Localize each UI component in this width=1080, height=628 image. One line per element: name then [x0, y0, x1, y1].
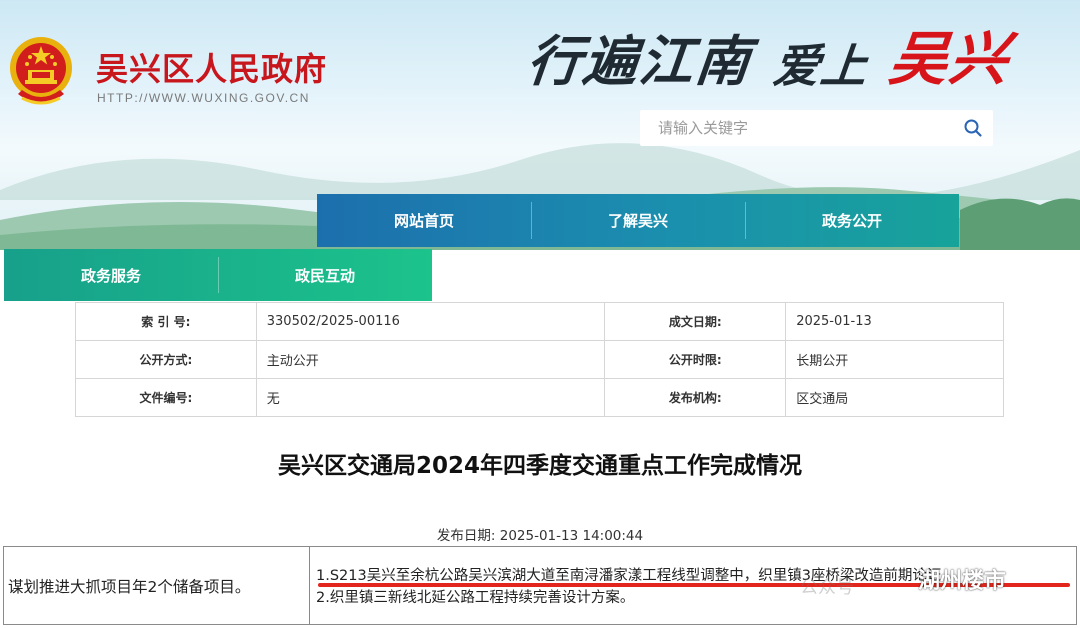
- date-value: 2025-01-13: [785, 302, 1004, 341]
- document-info-table: 索 引 号: 330502/2025-00116 成文日期: 2025-01-1…: [75, 302, 1004, 417]
- nav-item-home[interactable]: 网站首页: [317, 194, 531, 247]
- watermark-text: 湖州楼市: [918, 569, 1007, 594]
- page-title: 吴兴区交通局2024年四季度交通重点工作完成情况: [277, 453, 802, 479]
- nav-item-gov-affairs[interactable]: 政务公开: [745, 194, 959, 247]
- row-detail-cell: 1.S213吴兴至余杭公路吴兴滨湖大道至南浔潘家漾工程线型调整中，织里镇3座桥梁…: [310, 547, 1076, 624]
- docno-label: 文件编号:: [75, 378, 257, 417]
- mode-label: 公开方式:: [75, 340, 257, 379]
- search-icon: [964, 119, 982, 137]
- nav-item-about[interactable]: 了解吴兴: [531, 194, 745, 247]
- search-box: [640, 110, 993, 146]
- nav-item-interaction[interactable]: 政民互动: [218, 249, 432, 301]
- table-row: 索 引 号: 330502/2025-00116 成文日期: 2025-01-1…: [75, 302, 1004, 341]
- docno-value: 无: [255, 378, 606, 417]
- date-label: 成文日期:: [604, 302, 787, 341]
- site-name[interactable]: 吴兴区人民政府: [96, 44, 327, 90]
- table-row: 公开方式: 主动公开 公开时限: 长期公开: [75, 340, 1004, 379]
- search-input[interactable]: [640, 110, 953, 146]
- slogan-part-1: 行遍江南: [524, 29, 755, 93]
- secondary-nav: 政务服务 政民互动: [4, 249, 432, 301]
- period-value: 长期公开: [785, 340, 1004, 379]
- index-label: 索 引 号:: [75, 302, 257, 341]
- org-label: 发布机构:: [604, 378, 787, 417]
- index-value: 330502/2025-00116: [255, 302, 606, 341]
- org-value: 区交通局: [785, 378, 1004, 417]
- primary-nav: 网站首页 了解吴兴 政务公开: [317, 194, 959, 247]
- banner-slogan: 行遍江南 爱上 吴兴: [524, 12, 1013, 96]
- mode-value: 主动公开: [255, 340, 606, 379]
- publish-date: 发布日期: 2025-01-13 14:00:44: [436, 528, 644, 544]
- table-row: 文件编号: 无 发布机构: 区交通局: [75, 378, 1004, 417]
- national-emblem-icon: [10, 37, 72, 105]
- watermark-faint: 公众号: [800, 577, 854, 598]
- site-url[interactable]: HTTP://WWW.WUXING.GOV.CN: [97, 91, 310, 105]
- search-button[interactable]: [953, 110, 993, 146]
- nav-item-services[interactable]: 政务服务: [4, 249, 218, 301]
- row-item-cell: 谋划推进大抓项目年2个储备项目。: [4, 547, 310, 624]
- content-table-row: 谋划推进大抓项目年2个储备项目。 1.S213吴兴至余杭公路吴兴滨湖大道至南浔潘…: [3, 546, 1077, 625]
- slogan-part-3: 吴兴: [885, 25, 1014, 93]
- period-label: 公开时限:: [604, 340, 787, 379]
- slogan-part-2: 爱上: [770, 39, 871, 93]
